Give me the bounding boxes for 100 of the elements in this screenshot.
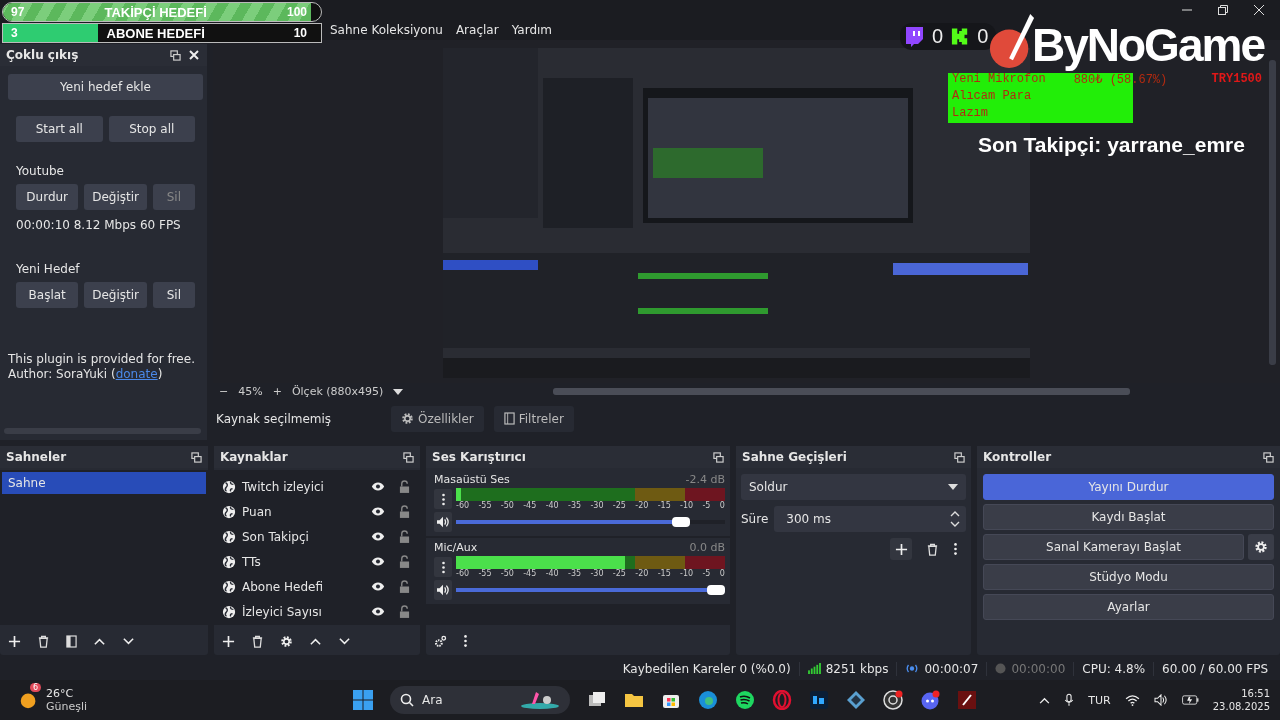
- eye-icon[interactable]: [371, 606, 385, 617]
- transition-dropdown[interactable]: Soldur: [741, 474, 966, 500]
- keyboard-language[interactable]: TUR: [1088, 693, 1111, 707]
- volume-icon[interactable]: [1153, 694, 1168, 706]
- eye-icon[interactable]: [371, 556, 385, 567]
- clock-date[interactable]: 23.08.2025: [1212, 700, 1270, 713]
- lock-icon[interactable]: [399, 605, 410, 618]
- lock-icon[interactable]: [399, 480, 410, 493]
- source-name[interactable]: TTs: [242, 554, 365, 569]
- scrollbar[interactable]: [553, 388, 1130, 395]
- target-button[interactable]: Sil: [152, 282, 195, 308]
- slider-thumb[interactable]: [707, 585, 725, 595]
- zoom-out-button[interactable]: −: [219, 385, 229, 398]
- image-editor-icon[interactable]: [809, 690, 829, 710]
- gears-icon[interactable]: [434, 634, 447, 648]
- scene-item[interactable]: Sahne: [2, 472, 206, 494]
- float-icon[interactable]: [170, 49, 181, 61]
- lock-icon[interactable]: [399, 555, 410, 568]
- control-button[interactable]: Yayını Durdur: [983, 474, 1274, 500]
- target-button[interactable]: Değiştir: [84, 184, 147, 210]
- source-name[interactable]: İzleyici Sayısı: [242, 604, 365, 619]
- start-icon[interactable]: [353, 690, 373, 710]
- add-target-button[interactable]: Yeni hedef ekle: [8, 74, 203, 100]
- float-icon[interactable]: [403, 451, 414, 463]
- scale-label: -30: [590, 569, 604, 578]
- source-name[interactable]: Twitch izleyici: [242, 479, 365, 494]
- spinner-arrows-icon[interactable]: [950, 509, 960, 529]
- settings-icon[interactable]: [280, 634, 293, 648]
- control-button[interactable]: Stüdyo Modu: [983, 564, 1274, 590]
- target-button[interactable]: Başlat: [16, 282, 79, 308]
- speaker-icon[interactable]: [434, 512, 452, 532]
- zoom-in-button[interactable]: +: [272, 385, 282, 398]
- plugin-note: This plugin is provided for free.: [8, 352, 196, 367]
- more-icon[interactable]: [463, 634, 468, 648]
- lock-icon[interactable]: [399, 580, 410, 593]
- gear-icon: [401, 412, 414, 425]
- more-icon[interactable]: [953, 542, 958, 556]
- scale-label: -45: [523, 569, 537, 578]
- control-button[interactable]: Kaydı Başlat: [983, 504, 1274, 530]
- control-button[interactable]: Sanal Kamerayı Başlat: [983, 534, 1244, 560]
- browser-icon[interactable]: [698, 690, 718, 710]
- clock-time[interactable]: 16:51: [1241, 687, 1270, 700]
- close-icon[interactable]: [1254, 5, 1264, 15]
- eye-icon[interactable]: [371, 506, 385, 517]
- duration-field[interactable]: 300 ms: [774, 506, 966, 532]
- add-icon[interactable]: [894, 542, 908, 556]
- music-app-icon[interactable]: [735, 690, 755, 710]
- diamond-icon[interactable]: [846, 690, 866, 710]
- add-icon[interactable]: [222, 634, 235, 648]
- properties-button[interactable]: Özellikler: [391, 405, 484, 432]
- settings-icon[interactable]: [1254, 540, 1268, 554]
- donate-link[interactable]: donate: [115, 367, 158, 382]
- trash-icon[interactable]: [37, 634, 50, 648]
- menu-item[interactable]: Araçlar: [455, 23, 499, 37]
- trash-icon[interactable]: [251, 634, 264, 648]
- filters-button[interactable]: Filtreler: [493, 405, 574, 432]
- channel-name: Masaüstü Ses: [434, 473, 510, 486]
- source-name[interactable]: Abone Hedefi: [242, 579, 365, 594]
- trash-icon[interactable]: [926, 542, 939, 556]
- eye-icon[interactable]: [371, 581, 385, 592]
- slider-thumb[interactable]: [671, 517, 690, 527]
- cpu-usage: CPU: 4.8%: [1073, 661, 1154, 676]
- add-icon[interactable]: [8, 634, 21, 648]
- scale-label: -55: [478, 569, 492, 578]
- wifi-icon[interactable]: [1124, 694, 1140, 706]
- float-icon[interactable]: [713, 451, 724, 463]
- recording-app-icon[interactable]: [883, 690, 903, 710]
- close-icon[interactable]: [189, 50, 199, 60]
- control-button[interactable]: Ayarlar: [983, 594, 1274, 620]
- app-icon[interactable]: [957, 690, 977, 710]
- battery-icon[interactable]: [1181, 695, 1199, 705]
- maximize-icon[interactable]: [1218, 5, 1228, 15]
- float-icon[interactable]: [191, 451, 202, 463]
- chat-app-icon[interactable]: [920, 690, 940, 710]
- channel-menu-button[interactable]: [434, 489, 452, 509]
- channel-menu-button[interactable]: [434, 557, 452, 577]
- stop-all-button[interactable]: Stop all: [108, 116, 195, 142]
- scale-label: -15: [657, 501, 671, 510]
- source-name[interactable]: Puan: [242, 504, 365, 519]
- float-icon[interactable]: [1263, 451, 1274, 463]
- lock-icon[interactable]: [399, 505, 410, 518]
- filter-icon[interactable]: [66, 634, 77, 648]
- target-button[interactable]: Durdur: [16, 184, 79, 210]
- menu-item[interactable]: Sahne Koleksiyonu: [330, 23, 443, 37]
- speaker-icon[interactable]: [434, 580, 452, 600]
- menu-item[interactable]: Yardım: [511, 23, 553, 37]
- dropdown-icon[interactable]: [393, 388, 404, 395]
- scrollbar[interactable]: [1269, 60, 1276, 365]
- microphone-icon[interactable]: [1064, 693, 1075, 707]
- lock-icon[interactable]: [399, 530, 410, 543]
- source-name[interactable]: Son Takipçi: [242, 529, 365, 544]
- start-all-button[interactable]: Start all: [16, 116, 103, 142]
- filter-icon: [503, 412, 515, 425]
- search-field[interactable]: Ara: [390, 686, 570, 714]
- chevron-up-icon[interactable]: [1039, 696, 1051, 704]
- eye-icon[interactable]: [371, 481, 385, 492]
- ring-icon[interactable]: [772, 690, 792, 710]
- float-icon[interactable]: [954, 451, 965, 463]
- target-button[interactable]: Değiştir: [84, 282, 147, 308]
- eye-icon[interactable]: [371, 531, 385, 542]
